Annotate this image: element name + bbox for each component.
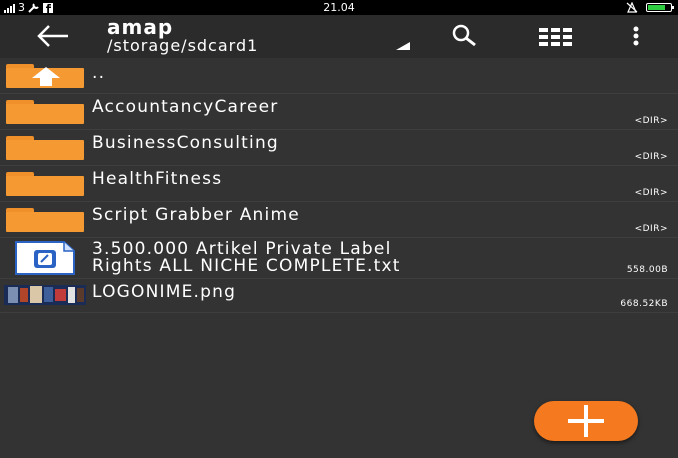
file-name: BusinessConsulting	[92, 133, 279, 153]
current-path[interactable]: /storage/sdcard1	[107, 36, 258, 55]
file-name: AccountancyCareer	[92, 97, 279, 117]
file-meta: 558.00B	[626, 265, 668, 275]
plus-icon	[568, 405, 604, 437]
back-arrow-icon[interactable]	[36, 23, 70, 49]
overflow-menu-icon[interactable]	[616, 23, 656, 49]
folder-icon	[6, 100, 84, 124]
file-meta: <DIR>	[634, 224, 668, 234]
list-item-parent[interactable]: ..	[0, 58, 678, 94]
file-list: .. AccountancyCareer <DIR> BusinessConsu…	[0, 58, 678, 313]
grid-view-icon[interactable]	[537, 23, 577, 49]
path-dropdown-icon[interactable]	[396, 42, 410, 50]
file-name: LOGONIME.png	[92, 282, 237, 302]
file-meta: <DIR>	[634, 188, 668, 198]
file-meta: 668.52KB	[620, 299, 668, 309]
add-button[interactable]	[534, 401, 638, 441]
status-bar: 3 21.04	[0, 0, 678, 15]
image-thumbnail-icon	[4, 285, 86, 305]
alarm-off-icon	[626, 2, 638, 13]
text-file-icon	[15, 241, 75, 275]
list-item-folder[interactable]: HealthFitness <DIR>	[0, 166, 678, 202]
file-name: ..	[92, 63, 106, 83]
list-item-file[interactable]: LOGONIME.png 668.52KB	[0, 279, 678, 313]
parent-folder-icon	[6, 64, 84, 88]
file-name: Script Grabber Anime	[92, 205, 300, 225]
folder-icon	[6, 208, 84, 232]
battery-icon	[646, 3, 674, 12]
folder-icon	[6, 136, 84, 160]
file-meta: <DIR>	[634, 116, 668, 126]
folder-icon	[6, 172, 84, 196]
toolbar: amap /storage/sdcard1	[0, 15, 678, 58]
list-item-folder[interactable]: Script Grabber Anime <DIR>	[0, 202, 678, 238]
status-right	[626, 0, 674, 15]
list-item-folder[interactable]: BusinessConsulting <DIR>	[0, 130, 678, 166]
list-item-folder[interactable]: AccountancyCareer <DIR>	[0, 94, 678, 130]
file-meta: <DIR>	[634, 152, 668, 162]
file-name: HealthFitness	[92, 169, 223, 189]
status-time: 21.04	[323, 1, 355, 14]
list-item-file[interactable]: 3.500.000 Artikel Private Label Rights A…	[0, 238, 678, 279]
search-icon[interactable]	[446, 23, 486, 49]
file-name: 3.500.000 Artikel Private Label Rights A…	[92, 239, 401, 276]
